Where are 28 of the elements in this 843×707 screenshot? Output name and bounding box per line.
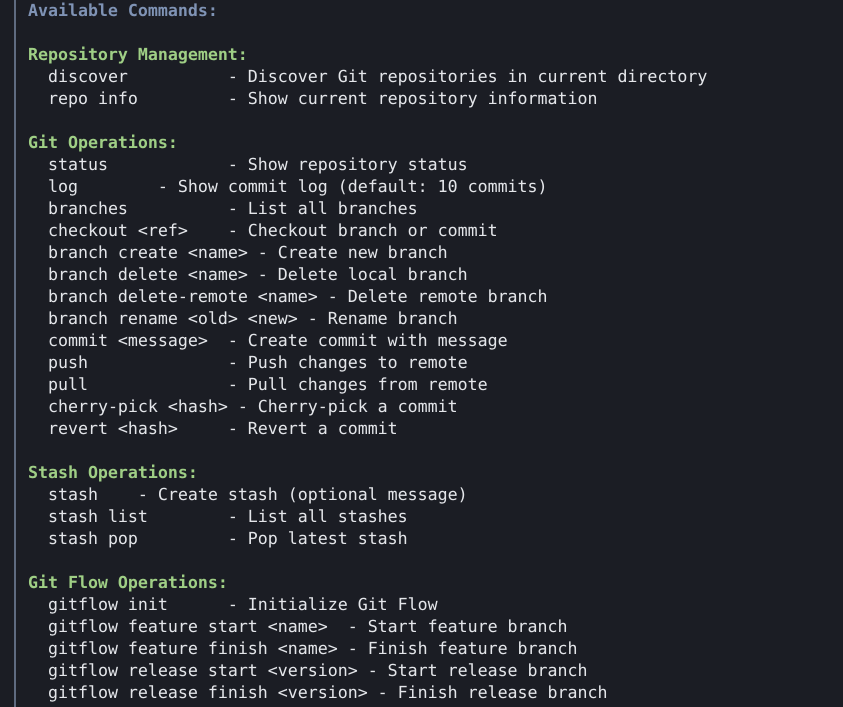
command-line: pull - Pull changes from remote [47,374,488,396]
command-line: commit <message> - Create commit with message [47,330,508,352]
command-line: status - Show repository status [47,154,468,176]
command-line: log - Show commit log (default: 10 commits) [47,176,548,198]
command-line: gitflow release start <version> - Start release branch [47,660,588,682]
section-heading: Git Flow Operations: [28,572,228,594]
command-line: cherry-pick <hash> - Cherry-pick a commit [47,396,458,418]
command-line: gitflow init - Initialize Git Flow [47,594,438,616]
command-line: branch rename <old> <new> - Rename branch [47,308,458,330]
command-line: revert <hash> - Revert a commit [47,418,398,440]
command-line: stash list - List all stashes [47,506,408,528]
command-line: stash - Create stash (optional message) [47,484,468,506]
section-heading: Git Operations: [28,132,178,154]
command-line: branch create <name> - Create new branch [47,242,448,264]
command-line: repo info - Show current repository information [47,88,598,110]
command-line: checkout <ref> - Checkout branch or commit [47,220,498,242]
section-heading: Stash Operations: [28,462,198,484]
command-line: stash pop - Pop latest stash [47,528,408,550]
command-line: push - Push changes to remote [47,352,468,374]
command-line: gitflow feature finish <name> - Finish feature branch [47,638,578,660]
command-line: branch delete-remote <name> - Delete remote branch [47,286,548,308]
command-line: gitflow feature start <name> - Start feature branch [47,616,568,638]
command-line: branch delete <name> - Delete local branch [47,264,468,286]
command-line: discover - Discover Git repositories in current directory [47,66,708,88]
command-line: branches - List all branches [47,198,418,220]
section-heading: Repository Management: [28,44,248,66]
command-line: gitflow release finish <version> - Finish release branch [47,682,608,704]
output-heading: Available Commands: [28,0,218,22]
